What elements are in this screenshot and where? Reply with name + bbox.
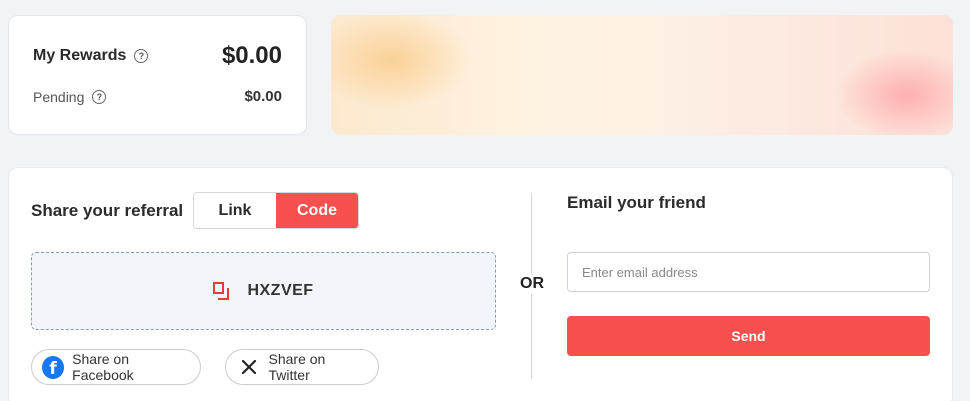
facebook-icon: f	[42, 355, 65, 379]
share-card: Share your referral Link Code HXZVEF f S…	[8, 167, 953, 401]
share-twitter-button[interactable]: Share on Twitter	[225, 349, 379, 385]
share-title: Share your referral	[31, 201, 184, 220]
pending-label: Pending	[33, 88, 85, 105]
copy-icon[interactable]	[213, 282, 230, 300]
share-facebook-label: Share on Facebook	[72, 351, 134, 383]
help-icon[interactable]: ?	[92, 89, 107, 104]
x-twitter-icon	[238, 356, 261, 379]
pending-amount: $0.00	[244, 88, 282, 105]
pending-label-group: Pending ?	[33, 88, 107, 105]
share-facebook-button[interactable]: f Share on Facebook	[31, 349, 201, 385]
promo-banner	[331, 15, 953, 135]
send-button[interactable]: Send	[567, 316, 930, 356]
rewards-row: My Rewards ? $0.00	[33, 42, 282, 70]
toggle-link-button[interactable]: Link	[194, 193, 276, 228]
email-title: Email your friend	[567, 193, 706, 212]
pending-row: Pending ? $0.00	[33, 88, 282, 105]
or-label: OR	[514, 274, 550, 294]
rewards-title: My Rewards	[33, 47, 127, 64]
rewards-card: My Rewards ? $0.00 Pending ? $0.00	[8, 15, 307, 135]
help-icon[interactable]: ?	[134, 49, 149, 63]
toggle-code-button[interactable]: Code	[276, 193, 358, 228]
share-twitter-label: Share on Twitter	[268, 351, 326, 383]
link-code-toggle: Link Code	[193, 192, 359, 229]
referral-code-box[interactable]: HXZVEF	[31, 252, 496, 330]
referral-code: HXZVEF	[247, 282, 314, 299]
email-field[interactable]	[567, 252, 930, 292]
rewards-amount: $0.00	[221, 42, 282, 69]
rewards-label-group: My Rewards ?	[33, 47, 149, 65]
